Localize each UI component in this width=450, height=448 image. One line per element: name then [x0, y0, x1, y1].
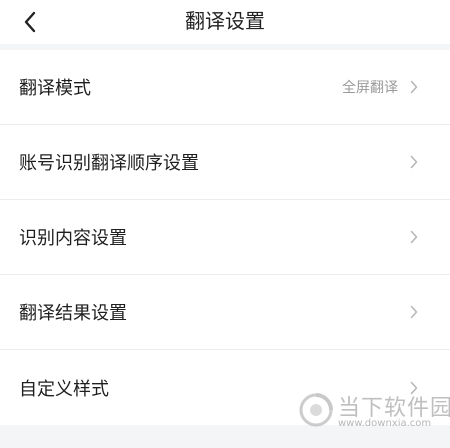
settings-list: 翻译模式 全屏翻译 账号识别翻译顺序设置 识别内容设置 翻译结果设置 自定义样式: [0, 50, 450, 425]
chevron-right-icon: [408, 79, 420, 95]
settings-row-recognition-content[interactable]: 识别内容设置: [0, 200, 450, 275]
row-label: 自定义样式: [19, 378, 109, 400]
settings-row-translation-mode[interactable]: 翻译模式 全屏翻译: [0, 50, 450, 125]
row-label: 翻译结果设置: [19, 303, 127, 324]
chevron-right-icon: [408, 304, 420, 320]
row-label: 识别内容设置: [19, 228, 127, 249]
page-title: 翻译设置: [185, 9, 265, 33]
chevron-right-icon: [408, 154, 420, 170]
settings-row-custom-style[interactable]: 自定义样式: [0, 350, 450, 425]
top-bar: 翻译设置: [0, 0, 450, 44]
chevron-right-icon: [408, 229, 420, 245]
settings-row-translation-result[interactable]: 翻译结果设置: [0, 275, 450, 350]
settings-row-account-order[interactable]: 账号识别翻译顺序设置: [0, 125, 450, 200]
row-value: 全屏翻译: [342, 80, 398, 96]
chevron-right-icon: [408, 380, 420, 396]
row-label: 翻译模式: [19, 78, 91, 99]
back-button[interactable]: [14, 6, 46, 38]
row-label: 账号识别翻译顺序设置: [19, 153, 199, 174]
chevron-left-icon: [24, 11, 36, 33]
